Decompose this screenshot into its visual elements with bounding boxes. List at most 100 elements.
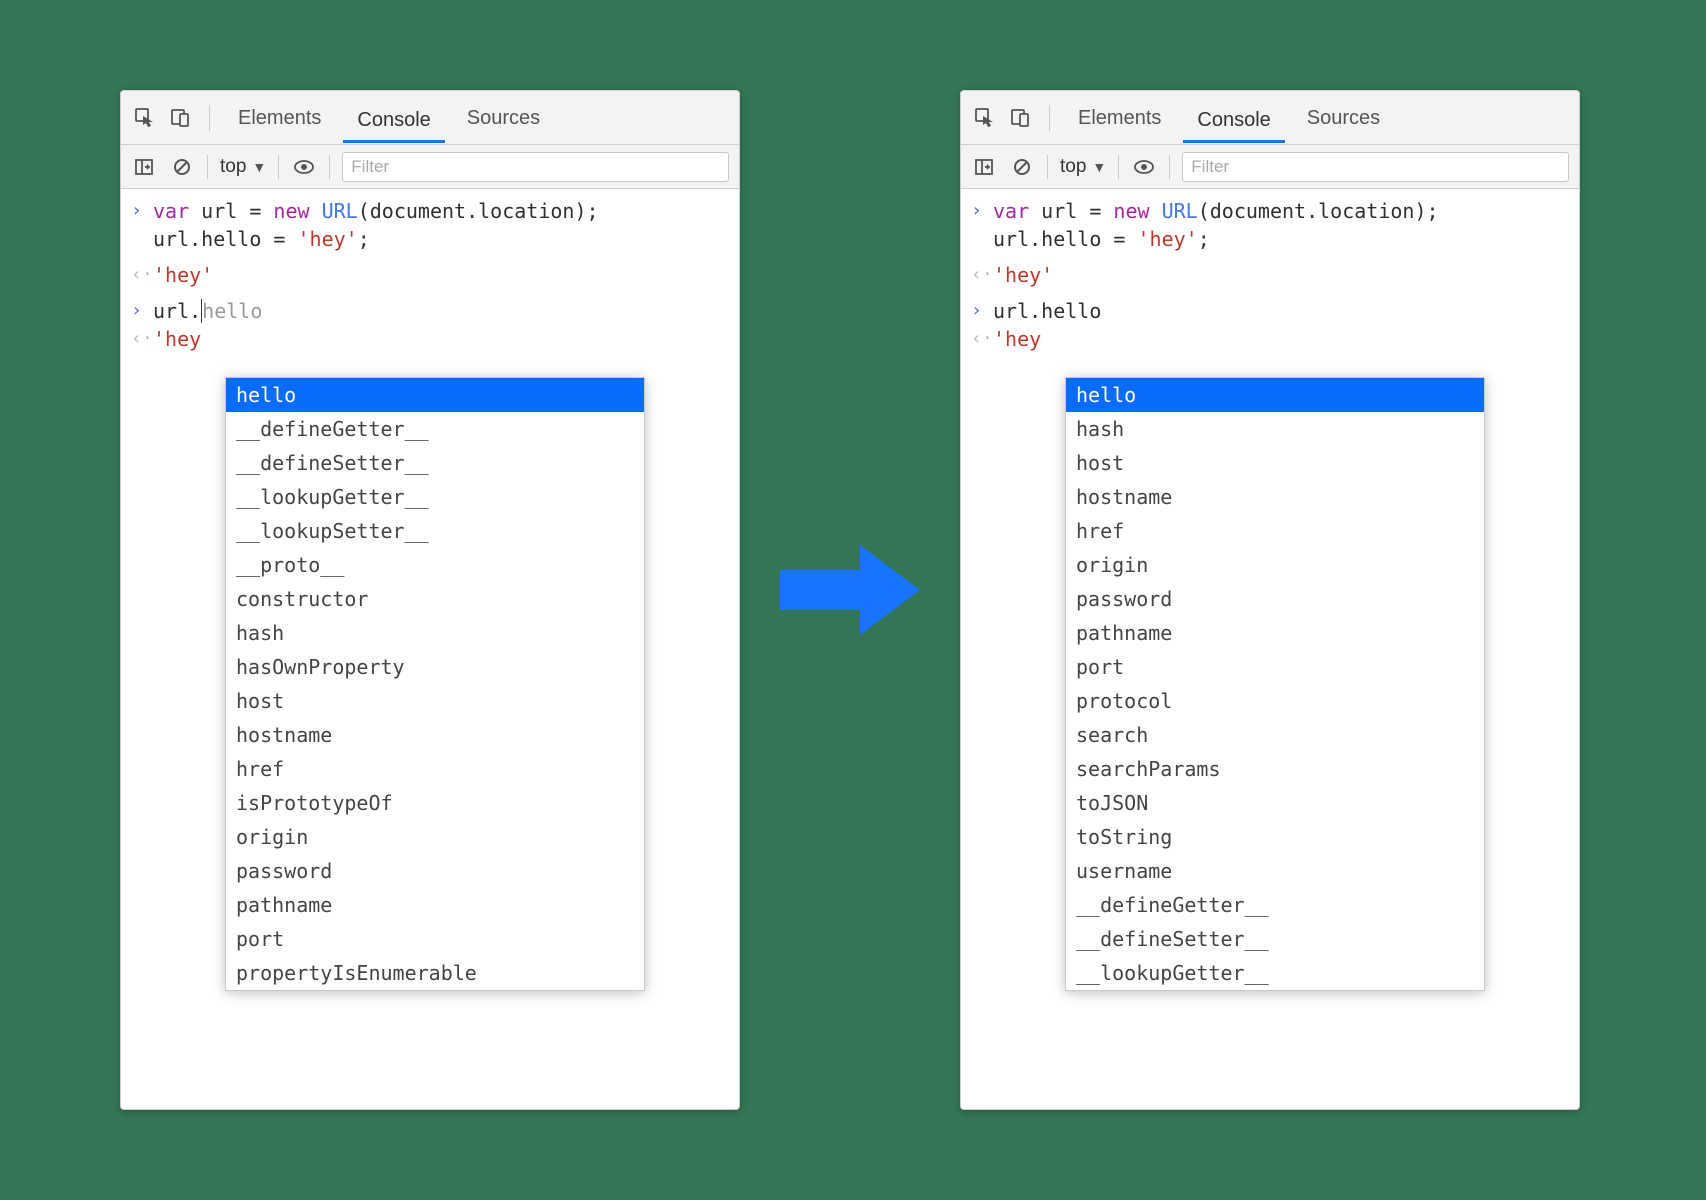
autocomplete-item[interactable]: pathname [226, 888, 644, 922]
eye-icon[interactable] [1131, 154, 1157, 180]
autocomplete-item[interactable]: hello [1066, 378, 1484, 412]
tab-sources[interactable]: Sources [1293, 91, 1394, 145]
tab-elements[interactable]: Elements [224, 91, 335, 145]
autocomplete-item[interactable]: search [1066, 718, 1484, 752]
autocomplete-item[interactable]: __lookupSetter__ [226, 514, 644, 548]
autocomplete-item[interactable]: __defineSetter__ [1066, 922, 1484, 956]
filter-input[interactable]: Filter [342, 152, 729, 182]
console-toolbar: top ▼ Filter [121, 145, 739, 189]
return-icon: ‹· [971, 325, 993, 353]
console-input-line: url.hello = 'hey'; [131, 225, 729, 253]
prompt-icon: › [971, 197, 993, 225]
context-selector[interactable]: top ▼ [220, 156, 266, 178]
clear-icon[interactable] [1009, 154, 1035, 180]
context-selector[interactable]: top ▼ [1060, 156, 1106, 178]
autocomplete-list[interactable]: hello__defineGetter____defineSetter____l… [226, 378, 644, 990]
separator [1169, 155, 1170, 179]
tabstrip: Elements Console Sources [961, 91, 1579, 145]
autocomplete-item[interactable]: host [1066, 446, 1484, 480]
devtools-panel-left: Elements Console Sources top ▼ Filter [120, 90, 740, 1110]
console-output-line: ‹· 'hey' [971, 261, 1569, 289]
autocomplete-item[interactable]: isPrototypeOf [226, 786, 644, 820]
console-input-line: url.hello = 'hey'; [971, 225, 1569, 253]
eye-icon[interactable] [291, 154, 317, 180]
autocomplete-item[interactable]: hasOwnProperty [226, 650, 644, 684]
autocomplete-item[interactable]: password [1066, 582, 1484, 616]
return-icon: ‹· [971, 261, 993, 289]
arrow-icon [770, 530, 930, 650]
autocomplete-item[interactable]: __defineSetter__ [226, 446, 644, 480]
device-icon[interactable] [1007, 104, 1035, 132]
autocomplete-item[interactable]: hostname [1066, 480, 1484, 514]
tab-console[interactable]: Console [1183, 92, 1284, 143]
autocomplete-item[interactable]: origin [226, 820, 644, 854]
output: 'hey' [153, 261, 213, 289]
stage: Elements Console Sources top ▼ Filter [0, 0, 1706, 1200]
console-output-line: ‹· 'hey [971, 325, 1569, 353]
autocomplete-item[interactable]: hostname [226, 718, 644, 752]
autocomplete-item[interactable]: origin [1066, 548, 1484, 582]
return-icon: ‹· [131, 325, 153, 353]
separator [1118, 155, 1119, 179]
autocomplete-item[interactable]: searchParams [1066, 752, 1484, 786]
console-input-line[interactable]: › url.hello [131, 297, 729, 325]
autocomplete-item[interactable]: __lookupGetter__ [1066, 956, 1484, 990]
separator [209, 105, 210, 131]
separator [1047, 155, 1048, 179]
autocomplete-item[interactable]: __lookupGetter__ [226, 480, 644, 514]
autocomplete-item[interactable]: pathname [1066, 616, 1484, 650]
autocomplete-item[interactable]: port [1066, 650, 1484, 684]
console-body: › var url = new URL(document.location); … [121, 189, 739, 361]
separator [278, 155, 279, 179]
autocomplete-item[interactable]: username [1066, 854, 1484, 888]
code: url.hello = 'hey'; [993, 225, 1210, 253]
autocomplete-item[interactable]: hash [1066, 412, 1484, 446]
output: 'hey [993, 325, 1041, 353]
output: 'hey [153, 325, 201, 353]
tab-elements[interactable]: Elements [1064, 91, 1175, 145]
autocomplete-item[interactable]: hello [226, 378, 644, 412]
autocomplete-item[interactable]: hash [226, 616, 644, 650]
code: var url = new URL(document.location); [993, 197, 1439, 225]
clear-icon[interactable] [169, 154, 195, 180]
return-icon: ‹· [131, 261, 153, 289]
output: 'hey' [993, 261, 1053, 289]
autocomplete-item[interactable]: toJSON [1066, 786, 1484, 820]
separator [207, 155, 208, 179]
autocomplete-list[interactable]: hellohashhosthostnamehreforiginpasswordp… [1066, 378, 1484, 990]
console-input-line[interactable]: › url.hello [971, 297, 1569, 325]
autocomplete-popup: hello__defineGetter____defineSetter____l… [225, 377, 645, 991]
filter-input[interactable]: Filter [1182, 152, 1569, 182]
autocomplete-item[interactable]: href [226, 752, 644, 786]
autocomplete-item[interactable]: constructor [226, 582, 644, 616]
console-body: › var url = new URL(document.location); … [961, 189, 1579, 361]
chevron-down-icon: ▼ [252, 159, 266, 175]
console-output-line: ‹· 'hey' [131, 261, 729, 289]
autocomplete-item[interactable]: __defineGetter__ [1066, 888, 1484, 922]
autocomplete-item[interactable]: toString [1066, 820, 1484, 854]
console-toolbar: top ▼ Filter [961, 145, 1579, 189]
code: url.hello [153, 297, 262, 325]
autocomplete-item[interactable]: protocol [1066, 684, 1484, 718]
autocomplete-item[interactable]: password [226, 854, 644, 888]
sidebar-toggle-icon[interactable] [131, 154, 157, 180]
context-label: top [1060, 156, 1086, 178]
autocomplete-item[interactable]: port [226, 922, 644, 956]
tab-sources[interactable]: Sources [453, 91, 554, 145]
tab-console[interactable]: Console [343, 92, 444, 143]
inspect-icon[interactable] [131, 104, 159, 132]
console-input-line: › var url = new URL(document.location); [971, 197, 1569, 225]
inspect-icon[interactable] [971, 104, 999, 132]
chevron-down-icon: ▼ [1092, 159, 1106, 175]
autocomplete-item[interactable]: href [1066, 514, 1484, 548]
console-input-line: › var url = new URL(document.location); [131, 197, 729, 225]
device-icon[interactable] [167, 104, 195, 132]
autocomplete-item[interactable]: propertyIsEnumerable [226, 956, 644, 990]
autocomplete-item[interactable]: __defineGetter__ [226, 412, 644, 446]
prompt-icon: › [971, 297, 993, 325]
prompt-icon: › [131, 197, 153, 225]
autocomplete-item[interactable]: __proto__ [226, 548, 644, 582]
autocomplete-item[interactable]: host [226, 684, 644, 718]
sidebar-toggle-icon[interactable] [971, 154, 997, 180]
separator [1049, 105, 1050, 131]
